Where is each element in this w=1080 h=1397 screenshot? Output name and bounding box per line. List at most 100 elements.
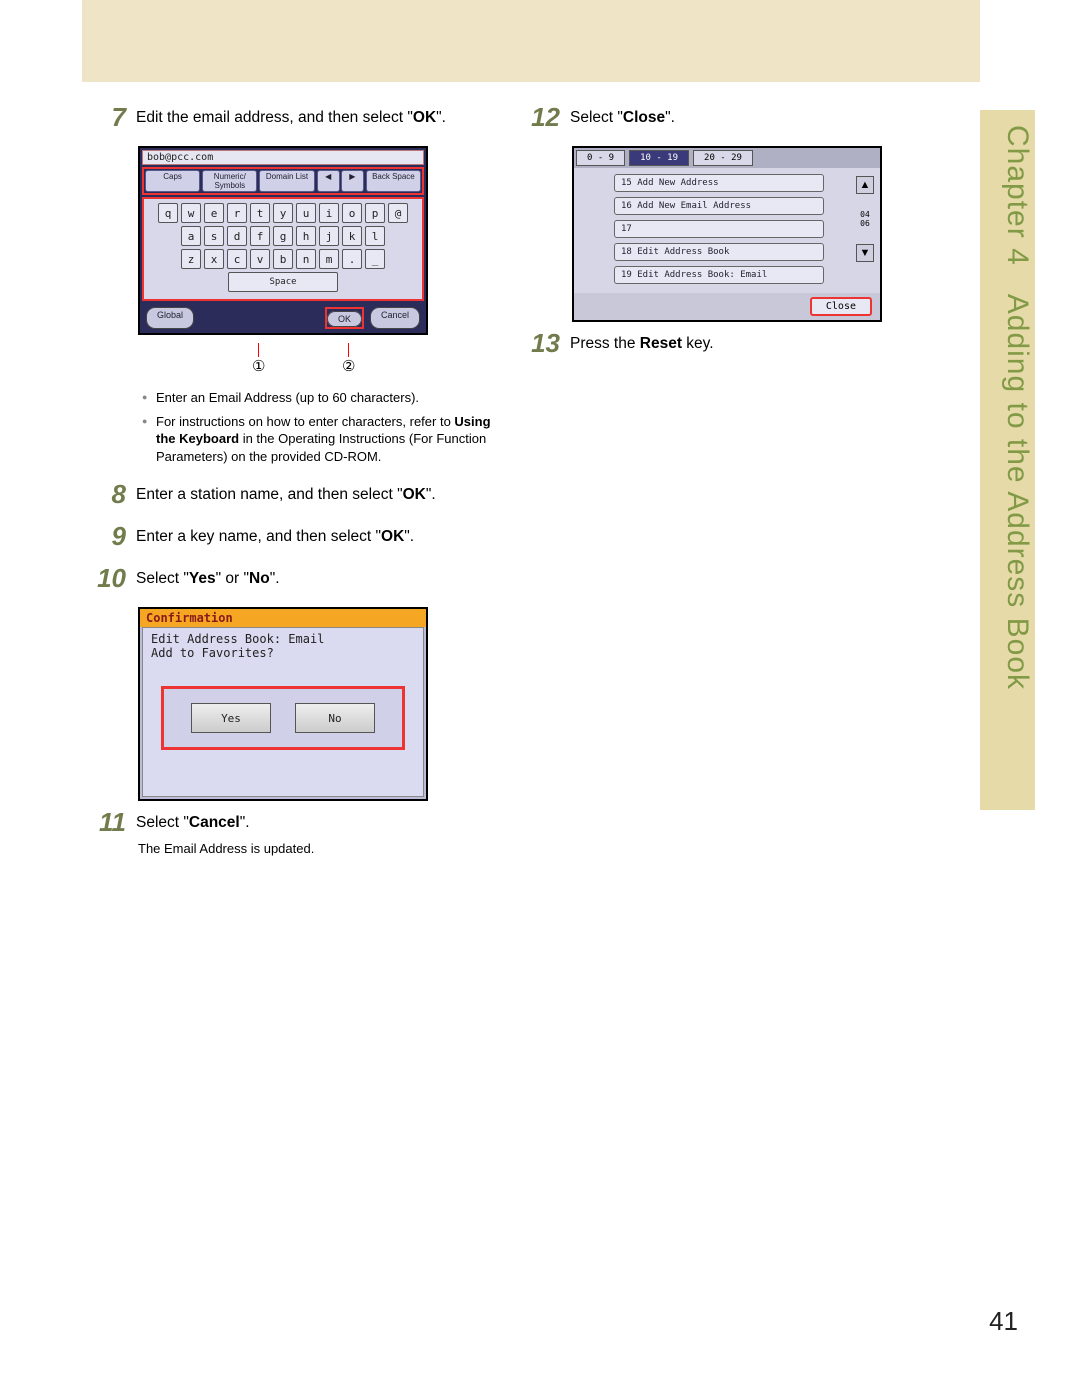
- header-band: [82, 0, 980, 82]
- kbd-key: m: [319, 249, 339, 269]
- kbd-key: r: [227, 203, 247, 223]
- menu-screenshot: 0 - 9 10 - 19 20 - 29 15 Add New Address…: [572, 146, 926, 322]
- kbd-email-field: bob@pcc.com: [142, 150, 424, 165]
- keyboard-screenshot: bob@pcc.com Caps Numeric/ Symbols Domain…: [138, 146, 492, 335]
- text: " or ": [216, 570, 249, 587]
- kbd-key: x: [204, 249, 224, 269]
- step-13: 13 Press the Reset key.: [516, 330, 926, 356]
- step-number: 12: [516, 104, 560, 130]
- bold-ok: OK: [413, 109, 436, 126]
- menu-item: 15 Add New Address: [614, 174, 824, 192]
- kbd-key: k: [342, 226, 362, 246]
- menu-tab-2: 20 - 29: [693, 150, 753, 166]
- kbd-caps: Caps: [145, 170, 200, 192]
- kbd-key: l: [365, 226, 385, 246]
- kbd-key: i: [319, 203, 339, 223]
- kbd-key: _: [365, 249, 385, 269]
- menu-tab-0: 0 - 9: [576, 150, 625, 166]
- step-9: 9 Enter a key name, and then select "OK"…: [82, 523, 492, 549]
- conf-buttons: Yes No: [161, 686, 405, 750]
- step-text: Edit the email address, and then select …: [136, 104, 492, 129]
- text: ".: [240, 814, 250, 831]
- bold-ok: OK: [381, 528, 404, 545]
- kbd-key: z: [181, 249, 201, 269]
- menu-close-bar: Close: [574, 293, 880, 320]
- kbd-key: y: [273, 203, 293, 223]
- kbd-key: u: [296, 203, 316, 223]
- kbd-backspace: Back Space: [366, 170, 421, 192]
- chapter-label: Chapter 4: [1001, 125, 1034, 266]
- kbd-global: Global: [146, 307, 194, 329]
- kbd-key: q: [158, 203, 178, 223]
- kbd-key: .: [342, 249, 362, 269]
- kbd-numsym: Numeric/ Symbols: [202, 170, 257, 192]
- text: ".: [404, 528, 414, 545]
- callout-1: ①: [252, 357, 265, 375]
- step-12: 12 Select "Close".: [516, 104, 926, 130]
- menu-tab-1: 10 - 19: [629, 150, 689, 166]
- text: Enter a key name, and then select ": [136, 528, 381, 545]
- kbd-key: v: [250, 249, 270, 269]
- kbd-key: a: [181, 226, 201, 246]
- step-text: Enter a station name, and then select "O…: [136, 481, 492, 506]
- right-column: 12 Select "Close". 0 - 9 10 - 19 20 - 29…: [516, 104, 926, 872]
- callout-2: ②: [342, 357, 355, 375]
- step-text: Select "Close".: [570, 104, 926, 129]
- kbd-body: qwertyuiop@ asdfghjkl zxcvbnm._ Space: [142, 197, 424, 301]
- kbd-bottom-row: Global OK Cancel: [140, 303, 426, 333]
- scroll-up-icon: ▲: [856, 176, 874, 194]
- kbd-key: c: [227, 249, 247, 269]
- kbd-key: o: [342, 203, 362, 223]
- text: Select ": [136, 570, 189, 587]
- bold-close: Close: [623, 109, 665, 126]
- step-text: Enter a key name, and then select "OK".: [136, 523, 492, 548]
- kbd-domain: Domain List: [259, 170, 314, 192]
- scroll-down-icon: ▼: [856, 244, 874, 262]
- text: ".: [665, 109, 675, 126]
- conf-title: Confirmation: [140, 609, 426, 627]
- page-number: 41: [989, 1306, 1018, 1337]
- scroll-counter: 04 06: [856, 210, 874, 228]
- kbd-left-arrow: ◀: [317, 170, 340, 192]
- menu-scroll: ▲ 04 06 ▼: [856, 176, 874, 262]
- text: Press the: [570, 335, 640, 352]
- kbd-key: w: [181, 203, 201, 223]
- content-columns: 7 Edit the email address, and then selec…: [82, 104, 942, 872]
- kbd-key: p: [365, 203, 385, 223]
- kbd-top-row: Caps Numeric/ Symbols Domain List ◀ ▶ Ba…: [142, 167, 424, 195]
- kbd-key: h: [296, 226, 316, 246]
- text: Enter a station name, and then select ": [136, 486, 403, 503]
- text: Edit the email address, and then select …: [136, 109, 413, 126]
- kbd-key: g: [273, 226, 293, 246]
- text: ".: [270, 570, 280, 587]
- conf-line1: Edit Address Book: Email: [151, 632, 415, 646]
- menu-close-button: Close: [810, 297, 872, 316]
- side-tab-label: Chapter 4 Adding to the Address Book: [979, 125, 1034, 690]
- bold-no: No: [249, 570, 270, 587]
- step-text: Select "Cancel".: [136, 809, 492, 834]
- step-10: 10 Select "Yes" or "No".: [82, 565, 492, 591]
- step-text: Select "Yes" or "No".: [136, 565, 492, 590]
- kbd-ok: OK: [327, 311, 362, 327]
- bold-yes: Yes: [189, 570, 216, 587]
- kbd-key: n: [296, 249, 316, 269]
- text: Enter an Email Address (up to 60 charact…: [156, 390, 419, 405]
- menu-item: 17: [614, 220, 824, 238]
- text: key.: [682, 335, 714, 352]
- text: Select ": [136, 814, 189, 831]
- bullet-2: For instructions on how to enter charact…: [142, 413, 492, 466]
- kbd-cancel: Cancel: [370, 307, 420, 329]
- kbd-key: f: [250, 226, 270, 246]
- menu-list: 15 Add New Address 16 Add New Email Addr…: [574, 168, 880, 293]
- confirmation-screenshot: Confirmation Edit Address Book: Email Ad…: [138, 607, 492, 801]
- conf-yes-button: Yes: [191, 703, 271, 733]
- step-number: 10: [82, 565, 126, 591]
- bold-ok: OK: [403, 486, 426, 503]
- menu-item: 19 Edit Address Book: Email: [614, 266, 824, 284]
- callout-markers: ① ②: [138, 343, 428, 379]
- kbd-key: e: [204, 203, 224, 223]
- text: ".: [426, 486, 436, 503]
- kbd-key: b: [273, 249, 293, 269]
- step-text: Press the Reset key.: [570, 330, 926, 355]
- chapter-title: Adding to the Address Book: [1001, 294, 1034, 690]
